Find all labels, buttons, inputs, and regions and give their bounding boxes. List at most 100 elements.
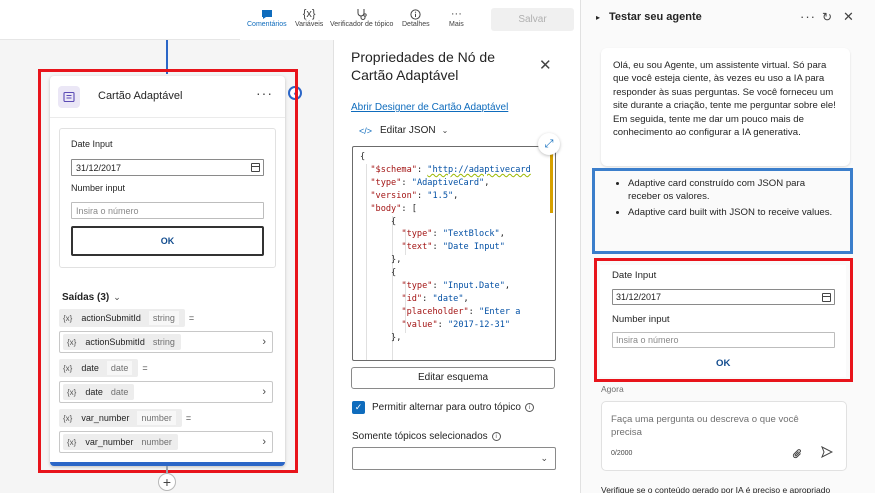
json-line: "$schema": "http://adaptivecard [370,164,531,175]
json-line: { [360,152,366,162]
add-node-button[interactable]: + [158,473,176,491]
save-button[interactable]: Salvar [491,8,574,31]
number-input-field[interactable]: Insira o número [71,202,264,219]
variable-name: var_number [85,437,134,447]
allow-switch-checkbox-row[interactable]: ✓ Permitir alternar para outro tópico i [352,401,534,414]
edit-json-toggle[interactable]: </> Editar JSON ⌄ [359,125,448,136]
variable-icon: {x} [302,8,316,20]
variable-type: date [106,361,133,375]
variable-name: actionSubmitId [85,337,145,347]
chat-input-box[interactable]: Faça uma pergunta ou descreva o que você… [601,401,847,471]
variable-type: string [148,311,179,325]
json-line: "version": "1.5", [370,190,459,201]
send-icon[interactable] [821,445,834,461]
toolbar-comments[interactable]: Comentários [247,7,287,28]
number-input-placeholder: Insira o número [76,206,139,216]
variable-name: date [85,387,103,397]
chevron-down-icon: ⌄ [540,453,548,463]
variable-icon: {x} [67,337,77,347]
toolbar-topic-checker-label: Verificador de tópico [330,21,394,28]
selected-variable-pill: {x} date date [63,384,135,400]
edit-json-label: Editar JSON [380,125,436,136]
node-title: Cartão Adaptável [98,90,183,102]
variable-type: date [110,387,129,397]
equals-sign: = [142,363,148,373]
refresh-icon[interactable]: ↻ [822,10,832,24]
toolbar-comments-label: Comentários [247,21,287,28]
chevron-right-icon[interactable]: › [262,336,266,348]
json-line: { [360,216,397,227]
attach-icon[interactable] [792,448,803,463]
json-editor[interactable]: { "$schema": "http://adaptivecard "type"… [352,146,556,361]
more-options-icon[interactable]: ··· [256,85,273,101]
variable-selector[interactable]: {x} date date › [59,381,273,403]
toolbar-variables-label: Variáveis [295,21,324,28]
equals-sign: = [188,313,195,323]
variable-type: number [141,437,172,447]
authoring-canvas[interactable]: Cartão Adaptável ··· Date Input 31/12/20… [0,0,333,493]
info-icon[interactable]: i [524,403,534,412]
toolbar-more-label: Mais [449,21,464,28]
expand-icon[interactable]: ⤢ [538,133,560,155]
output-variable-row: {x} date date = [59,359,148,377]
ai-disclaimer: Verifique se o conteúdo gerado por IA é … [601,485,831,493]
bullet-item: Adaptive card built with JSON to receive… [628,206,839,219]
outputs-toggle[interactable]: Saídas (3) ⌄ [62,292,121,303]
stethoscope-icon [356,7,367,21]
variable-selector[interactable]: {x} var_number number › [59,431,273,453]
toolbar-more[interactable]: ··· Mais [449,7,464,28]
variable-name: actionSubmitId [81,313,141,323]
message-timestamp: Agora [601,384,624,394]
close-icon[interactable]: ✕ [843,9,854,25]
more-icon: ··· [450,8,462,20]
scrollbar-marker[interactable] [550,153,553,213]
ok-button[interactable]: OK [71,226,264,256]
variable-name: date [81,363,99,373]
node-header: Cartão Adaptável ··· [50,76,285,118]
variable-icon: {x} [67,437,77,447]
json-line: "type": "TextBlock", [401,229,505,240]
chevron-down-icon: ⌄ [441,126,449,135]
caret-right-icon[interactable]: ▸ [596,13,600,22]
more-options-icon[interactable]: ··· [800,9,816,24]
json-line: "placeholder": "Enter a [401,306,521,317]
variable-icon: {x} [67,387,77,397]
json-line: { [360,268,397,279]
toolbar-topic-checker[interactable]: Verificador de tópico [330,7,393,28]
node-connector-top [166,40,168,74]
checkbox-checked-icon[interactable]: ✓ [352,401,365,414]
date-input-label: Date Input [71,139,113,149]
card-preview: Date Input 31/12/2017 Number input Insir… [59,128,276,268]
json-line: }, [360,255,402,266]
node-port-icon[interactable]: ‹ [288,86,302,100]
adaptive-card-node[interactable]: Cartão Adaptável ··· Date Input 31/12/20… [50,76,285,466]
selected-variable-pill: {x} var_number number [63,434,178,450]
toolbar-details-label: Detalhes [402,21,430,28]
chevron-right-icon[interactable]: › [262,386,266,398]
variable-type: number [137,411,176,425]
variable-icon: {x} [63,363,73,373]
json-code[interactable]: { "$schema": "http://adaptivecard "type"… [360,151,531,345]
toolbar-variables[interactable]: {x} Variáveis [295,7,323,28]
chevron-right-icon[interactable]: › [262,436,266,448]
calendar-icon[interactable] [251,163,260,172]
only-topics-label-row: Somente tópicos selecionados i [352,431,501,442]
allow-switch-label: Permitir alternar para outro tópico [372,402,521,413]
output-variable-pill: {x} date date [59,359,139,377]
toolbar-details[interactable]: Detalhes [402,7,430,28]
info-icon[interactable]: i [491,432,501,441]
properties-title: Propriedades de Nó de Cartão Adaptável [351,49,495,83]
open-designer-link[interactable]: Abrir Designer de Cartão Adaptável [351,102,508,113]
date-input-field[interactable]: 31/12/2017 [71,159,264,176]
output-variable-row: {x} var_number number = [59,409,191,427]
topics-dropdown[interactable]: ⌄ [352,447,556,470]
variable-selector[interactable]: {x} actionSubmitId string › [59,331,273,353]
json-line: "value": "2017-12-31" [401,319,511,330]
json-line: "text": "Date Input" [401,242,505,253]
output-variable-row: {x} actionSubmitId string = [59,309,194,327]
bullet-item: Adaptive card construído com JSON para r… [628,177,839,204]
chat-input-placeholder: Faça uma pergunta ou descreva o que você… [611,414,799,439]
json-line: "type": "Input.Date", [401,281,511,292]
close-icon[interactable]: ✕ [539,56,552,74]
edit-schema-button[interactable]: Editar esquema [351,367,555,389]
